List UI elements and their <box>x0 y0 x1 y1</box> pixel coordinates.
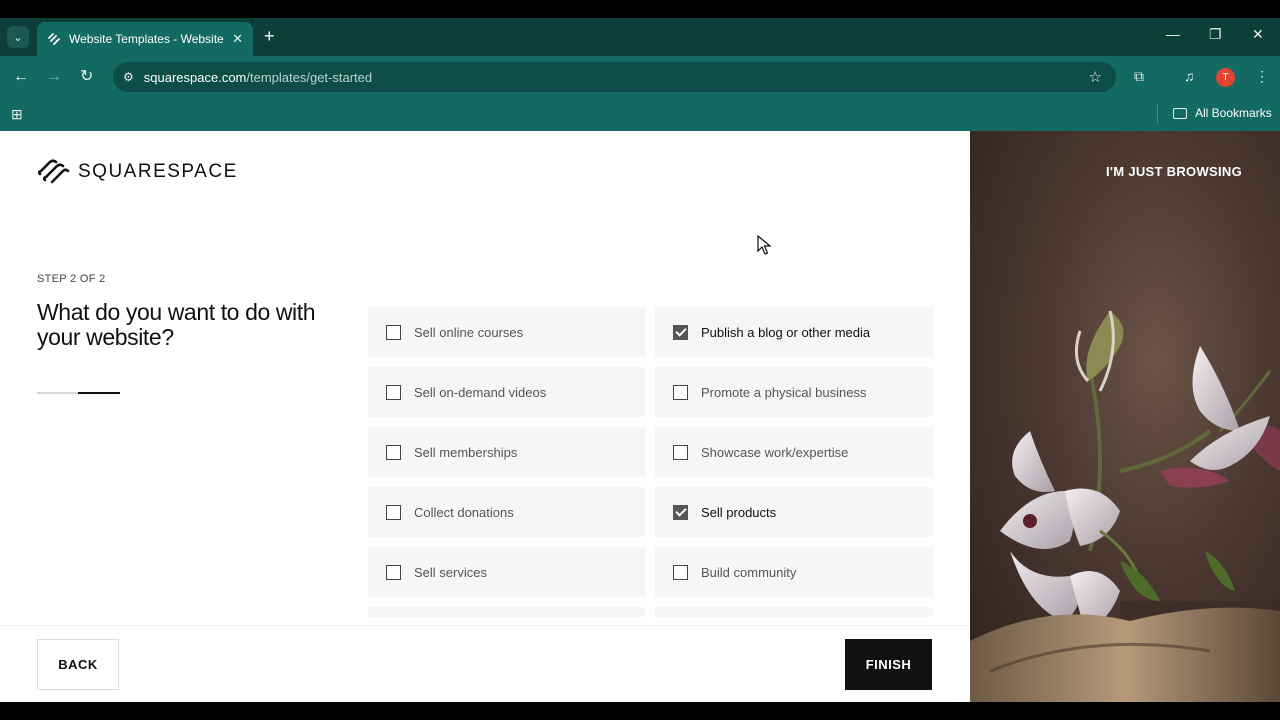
option-left-2[interactable]: Sell memberships <box>368 427 646 477</box>
all-bookmarks-button[interactable]: All Bookmarks <box>1173 106 1272 120</box>
option-right-0[interactable]: Publish a blog or other media <box>655 307 933 357</box>
step-progress-bar <box>37 392 120 394</box>
apps-grid-icon[interactable]: ⊞ <box>11 106 23 123</box>
option-partially-hidden[interactable] <box>655 607 933 617</box>
bookmarks-bar: ⊞ All Bookmarks <box>0 98 1280 131</box>
option-label: Sell memberships <box>414 444 518 460</box>
option-left-1[interactable]: Sell on-demand videos <box>368 367 646 417</box>
option-label: Publish a blog or other media <box>701 324 871 340</box>
url-text: squarespace.com/templates/get-started <box>143 69 373 85</box>
finish-button[interactable]: FINISH <box>845 639 932 690</box>
option-left-4[interactable]: Sell services <box>368 547 646 597</box>
checkbox[interactable] <box>386 564 401 580</box>
back-arrow-icon[interactable]: ← <box>13 67 29 87</box>
step-indicator: STEP 2 OF 2 <box>37 273 106 285</box>
minimize-icon[interactable]: — <box>1166 26 1180 42</box>
lily-flowers-image <box>970 310 1280 702</box>
option-label: Showcase work/expertise <box>701 444 849 460</box>
option-label: Collect donations <box>414 504 514 520</box>
page-main: SQUARESPACE STEP 2 OF 2 What do you want… <box>0 131 970 702</box>
option-right-3[interactable]: Sell products <box>655 487 933 537</box>
squarespace-logo[interactable]: SQUARESPACE <box>37 158 238 186</box>
option-left-0[interactable]: Sell online courses <box>368 307 646 357</box>
bookmark-star-icon[interactable]: ☆ <box>1089 68 1102 86</box>
all-bookmarks-label: All Bookmarks <box>1195 106 1272 120</box>
new-tab-plus-icon[interactable]: + <box>264 26 275 46</box>
option-label: Build community <box>701 564 797 580</box>
browser-toolbar: ← → ↻ ⚙ squarespace.com/templates/get-st… <box>0 56 1280 98</box>
option-partially-hidden[interactable] <box>368 607 646 617</box>
option-label: Sell services <box>414 564 487 580</box>
bookmarks-divider <box>1157 105 1158 123</box>
checkbox-checked[interactable] <box>673 324 688 340</box>
browser-tab-strip: ⌄ Website Templates - Website D ✕ + — ❐ … <box>0 18 1280 56</box>
checkbox[interactable] <box>386 384 401 400</box>
checkbox[interactable] <box>386 444 401 460</box>
footer-actions: BACK FINISH <box>0 625 970 702</box>
tab-title: Website Templates - Website D <box>69 32 225 46</box>
checkbox[interactable] <box>386 504 401 520</box>
checkbox[interactable] <box>673 444 688 460</box>
checkbox[interactable] <box>673 384 688 400</box>
option-right-1[interactable]: Promote a physical business <box>655 367 933 417</box>
option-label: Sell online courses <box>414 324 524 340</box>
forward-arrow-icon[interactable]: → <box>46 67 62 87</box>
checkbox[interactable] <box>386 324 401 340</box>
just-browsing-link[interactable]: I'M JUST BROWSING <box>1106 164 1242 179</box>
checkbox-checked[interactable] <box>673 504 688 520</box>
squarespace-logo-icon <box>37 159 70 184</box>
more-menu-icon[interactable]: ⋮ <box>1255 68 1269 85</box>
squarespace-wordmark: SQUARESPACE <box>78 161 238 182</box>
address-bar[interactable]: ⚙ squarespace.com/templates/get-started … <box>113 62 1116 92</box>
folder-icon <box>1173 107 1187 119</box>
profile-avatar[interactable]: T <box>1216 68 1235 87</box>
back-button[interactable]: BACK <box>37 639 119 690</box>
option-label: Sell products <box>701 504 777 520</box>
reload-icon[interactable]: ↻ <box>80 67 93 87</box>
hero-image-panel: I'M JUST BROWSING <box>970 131 1280 702</box>
option-right-4[interactable]: Build community <box>655 547 933 597</box>
page-question: What do you want to do with your website… <box>37 299 316 350</box>
restore-icon[interactable]: ❐ <box>1209 26 1222 43</box>
option-label: Promote a physical business <box>701 384 867 400</box>
option-left-3[interactable]: Collect donations <box>368 487 646 537</box>
screen: ⌄ Website Templates - Website D ✕ + — ❐ … <box>0 0 1280 720</box>
media-controls-icon[interactable]: ♫ <box>1184 68 1195 84</box>
window-close-icon[interactable]: ✕ <box>1252 26 1264 43</box>
option-right-2[interactable]: Showcase work/expertise <box>655 427 933 477</box>
step-progress-fill <box>78 392 120 394</box>
checkbox[interactable] <box>673 564 688 580</box>
site-info-icon[interactable]: ⚙ <box>123 70 134 84</box>
option-label: Sell on-demand videos <box>414 384 547 400</box>
tab-close-icon[interactable]: ✕ <box>232 31 243 47</box>
tab-search-chevron-icon[interactable]: ⌄ <box>7 26 29 48</box>
browser-tab[interactable]: Website Templates - Website D ✕ <box>37 22 253 56</box>
squarespace-favicon-icon <box>48 33 60 45</box>
extensions-icon[interactable]: ⧉ <box>1134 68 1144 85</box>
mouse-cursor-icon <box>757 235 771 255</box>
